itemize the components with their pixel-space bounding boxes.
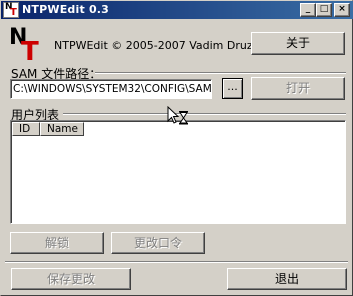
app-window: N T NTPWEdit 0.3 _ □ × N T NTPWEdit © 20…: [0, 0, 353, 296]
sam-path-input[interactable]: C:\WINDOWS\SYSTEM32\CONFIG\SAM: [10, 79, 212, 99]
unlock-button[interactable]: 解锁: [10, 232, 104, 254]
column-header-id[interactable]: ID: [12, 122, 40, 136]
user-list-view[interactable]: ID Name: [10, 120, 346, 224]
copyright-text: NTPWEdit © 2005-2007 Vadim Druzhin: [54, 39, 270, 52]
column-header-name[interactable]: Name: [40, 122, 84, 136]
open-button[interactable]: 打开: [251, 77, 345, 100]
user-list-group-line: [63, 113, 346, 114]
app-icon: N T: [3, 2, 19, 18]
title-bar[interactable]: N T NTPWEdit 0.3 _ □ ×: [1, 1, 353, 19]
minimize-button[interactable]: _: [300, 3, 316, 17]
save-changes-button[interactable]: 保存更改: [11, 268, 131, 290]
exit-button[interactable]: 退出: [227, 268, 347, 290]
window-title: NTPWEdit 0.3: [22, 3, 110, 16]
close-button[interactable]: ×: [334, 3, 350, 17]
browse-button[interactable]: ...: [222, 78, 243, 99]
maximize-button[interactable]: □: [316, 3, 332, 17]
about-button[interactable]: 关于: [251, 32, 345, 55]
sam-group-line: [95, 72, 346, 73]
change-password-button[interactable]: 更改口令: [111, 232, 205, 254]
ntpwedit-logo: N T: [9, 25, 39, 67]
busy-cursor-icon: [167, 106, 188, 125]
bottom-separator: [5, 261, 348, 262]
